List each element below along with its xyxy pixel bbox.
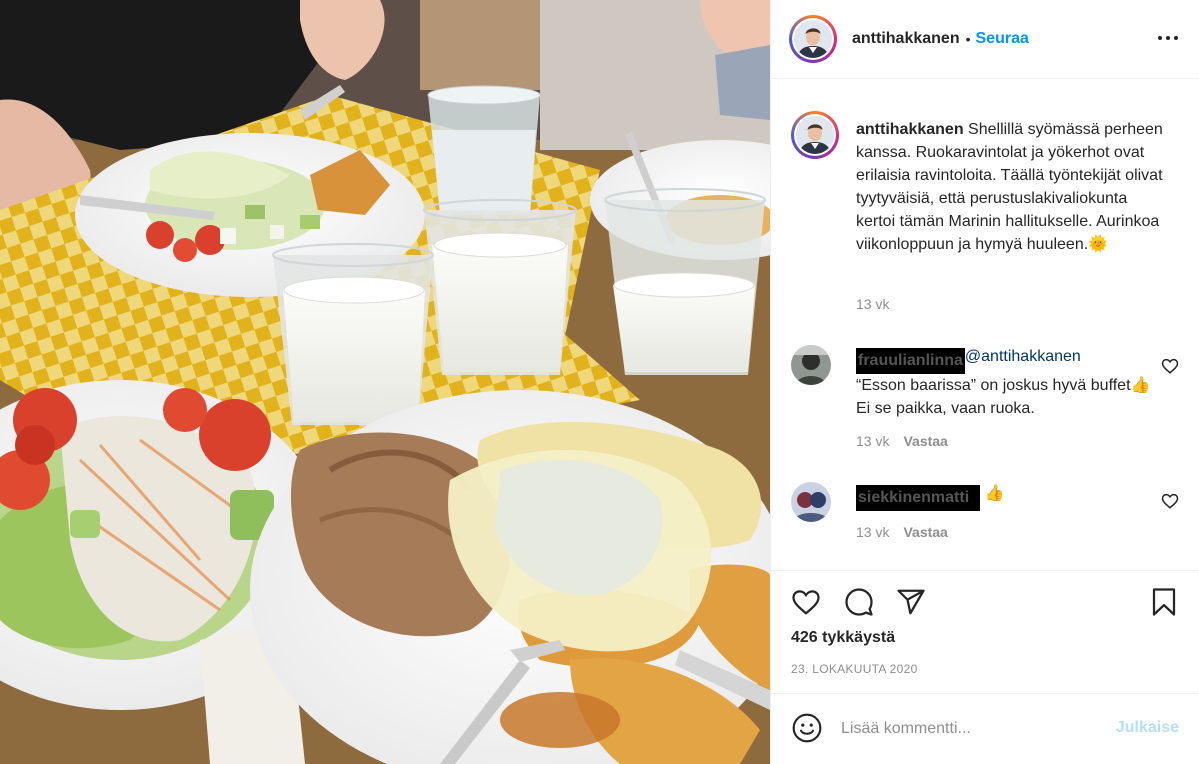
post-header: anttihakkanen • Seuraa [771, 0, 1199, 79]
comment-input[interactable] [841, 716, 1101, 742]
caption-time: 13 vk [856, 296, 890, 312]
post-side-panel: anttihakkanen • Seuraa anttihakkanen She… [770, 0, 1199, 764]
comment-time: 13 vk [856, 433, 890, 449]
thumbs-up-emoji: 👍 [1130, 377, 1151, 394]
comment-button[interactable] [842, 585, 876, 619]
caption-entry: anttihakkanen Shellillä syömässä perheen… [791, 111, 1191, 312]
follow-button[interactable]: Seuraa [976, 30, 1029, 48]
censored-username[interactable]: frauulianlinna [856, 348, 965, 374]
caption-text: Shellillä syömässä perheen kanssa. Ruoka… [856, 121, 1163, 253]
comment-time: 13 vk [856, 524, 890, 540]
commenter-avatar-image [791, 345, 831, 385]
post-actions: 426 tykkäystä 23. LOKAKUUTA 2020 [771, 570, 1199, 700]
paper-plane-icon [897, 589, 925, 615]
commenter-avatar[interactable] [791, 345, 831, 385]
commenter-avatar[interactable] [791, 482, 831, 522]
comment-text: “Esson baarissa” on joskus hyvä buffet [856, 377, 1131, 394]
comments-list[interactable]: anttihakkanen Shellillä syömässä perheen… [771, 80, 1199, 568]
save-button[interactable] [1147, 585, 1181, 619]
sun-emoji: 🌞 [1088, 236, 1109, 253]
like-button[interactable] [789, 585, 823, 619]
smiley-icon[interactable] [791, 712, 823, 744]
instagram-post: anttihakkanen • Seuraa anttihakkanen She… [0, 0, 1199, 764]
heart-icon [792, 590, 820, 615]
likes-count[interactable]: 426 tykkäystä [791, 629, 895, 647]
share-button[interactable] [894, 585, 928, 619]
comment-icon [845, 588, 873, 616]
comment-item: siekkinenmatti 👍 13 vk Vastaa [791, 482, 1191, 552]
commenter-avatar-image [791, 482, 831, 522]
author-avatar-image [794, 20, 832, 58]
caption-avatar[interactable] [791, 111, 839, 159]
comment-text-block: frauulianlinna @anttihakkanen “Esson baar… [856, 345, 1166, 420]
bookmark-icon [1152, 588, 1176, 616]
caption-username[interactable]: anttihakkanen [856, 121, 964, 138]
mention-link[interactable]: @anttihakkanen [965, 348, 1081, 365]
comment-meta: 13 vk Vastaa [856, 524, 948, 540]
post-photo[interactable] [0, 0, 770, 764]
add-comment-bar: Julkaise [771, 693, 1199, 764]
author-username[interactable]: anttihakkanen [852, 30, 960, 48]
caption-avatar-image [796, 116, 834, 154]
post-date: 23. LOKAKUUTA 2020 [791, 662, 918, 676]
food-photo-illustration [0, 0, 770, 764]
author-avatar[interactable] [789, 15, 837, 63]
comment-text-continued: Ei se paikka, vaan ruoka. [856, 400, 1035, 417]
comment-item: frauulianlinna @anttihakkanen “Esson baar… [791, 345, 1191, 455]
reply-button[interactable]: Vastaa [903, 524, 947, 540]
comment-like-heart-icon[interactable] [1161, 492, 1179, 510]
caption-text-block: anttihakkanen Shellillä syömässä perheen… [856, 118, 1166, 256]
post-comment-button[interactable]: Julkaise [1116, 719, 1179, 737]
comment-text-block: siekkinenmatti 👍 [856, 482, 1166, 511]
follow-separator: • [965, 31, 971, 47]
thumbs-up-emoji: 👍 [984, 485, 1005, 502]
more-options-icon[interactable] [1158, 28, 1178, 48]
comment-like-heart-icon[interactable] [1161, 357, 1179, 375]
censored-username[interactable]: siekkinenmatti [856, 485, 980, 511]
comment-meta: 13 vk Vastaa [856, 433, 948, 449]
reply-button[interactable]: Vastaa [903, 433, 947, 449]
